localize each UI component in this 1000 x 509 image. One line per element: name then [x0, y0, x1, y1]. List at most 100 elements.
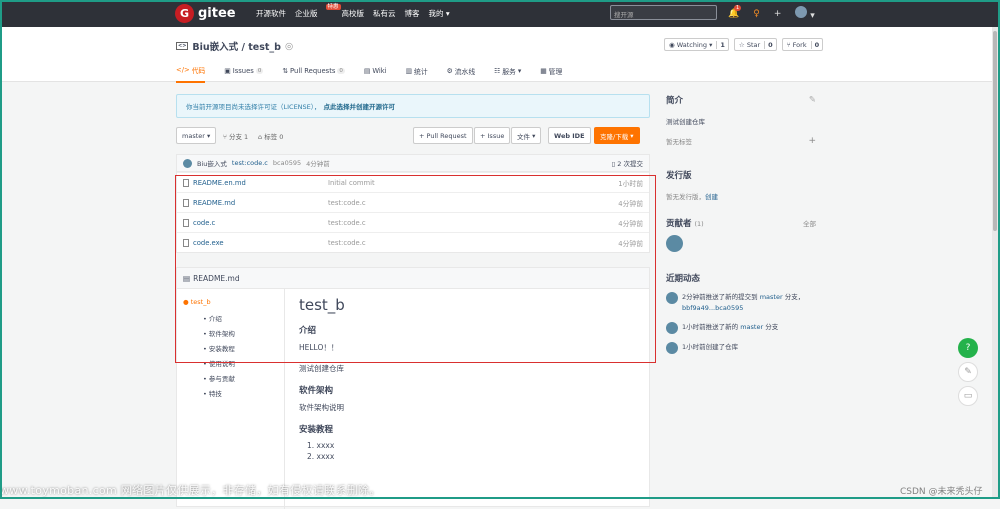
manage-icon: ▦ [540, 67, 547, 75]
top-navbar: Ggitee 开源软件 企业版特惠 高校版 私有云 博客 我的 ▾ 搜开源 🔔 1… [0, 0, 1000, 27]
commit-author[interactable]: Biu嵌入式 [197, 158, 227, 168]
code-icon: </> [176, 66, 190, 74]
list-item: 1. xxxx [307, 441, 335, 450]
repo-header: <> Biu嵌入式 / test_b ◎ ◉ Watching ▾ 1 ☆ Star 0… [0, 27, 1000, 83]
lightbulb-icon[interactable]: ♀ [753, 9, 760, 19]
gitee-logo[interactable]: Ggitee [175, 4, 236, 23]
list-item: 1小时前创建了仓库 [666, 342, 816, 354]
readme-toc: ● test_b • 介绍 • 软件架构 • 安装教程 • 使用说明 • 参与贡… [183, 298, 235, 403]
search-input[interactable]: 搜开源 [610, 5, 717, 20]
readme-header: ▤ README.md [177, 268, 649, 289]
file-icon [183, 218, 189, 227]
activity-heading: 近期动态 [666, 274, 701, 284]
nav-enterprise[interactable]: 企业版特惠 [295, 4, 341, 19]
tab-pull-requests[interactable]: ⇅ Pull Requests 0 [282, 65, 345, 83]
star-button[interactable]: ☆ Star 0 [733, 38, 777, 51]
intro-text: 测试创建仓库 [666, 118, 705, 126]
table-row[interactable]: code.c test:code.c 4分钟前 [177, 212, 649, 232]
tab-stats[interactable]: ▥ 统计 [406, 65, 428, 83]
issues-icon: ▣ [224, 67, 231, 75]
contributors-heading: 贡献者 (1) 全部 [666, 218, 816, 229]
readme-heading: 介绍 [299, 326, 317, 336]
chat-icon[interactable]: ▭ [958, 386, 978, 406]
main-nav: 开源软件 企业版特惠 高校版 私有云 博客 我的 ▾ [256, 0, 450, 27]
fork-button[interactable]: ⑂ Fork 0 [781, 38, 824, 51]
pipeline-icon: ⚙ [446, 67, 453, 75]
pr-icon: ⇅ [282, 67, 289, 75]
tab-manage[interactable]: ▦ 管理 [540, 65, 562, 83]
repo-title: <> Biu嵌入式 / test_b ◎ [176, 39, 293, 53]
tab-pipeline[interactable]: ⚙ 流水线 [447, 65, 475, 83]
divider [284, 289, 285, 509]
activity-avatar[interactable] [666, 292, 678, 304]
commit-message[interactable]: test:code.c [232, 159, 268, 167]
toc-item[interactable]: • 特技 [183, 388, 235, 403]
commit-hash[interactable]: bca0595 [273, 159, 301, 167]
plus-icon[interactable]: + [774, 9, 782, 19]
commit-author-avatar[interactable] [183, 158, 192, 168]
release-heading: 发行版 [666, 171, 692, 181]
nav-mine[interactable]: 我的 ▾ [429, 8, 450, 19]
readme-icon: ▤ [183, 273, 191, 283]
notify-count: 1 [734, 4, 742, 11]
bell-icon[interactable]: 🔔 1 [728, 4, 742, 19]
nav-opensource[interactable]: 开源软件 [256, 8, 286, 19]
intro-heading: 简介 ✎ [666, 95, 816, 106]
activity-avatar[interactable] [666, 322, 678, 334]
tab-issues[interactable]: ▣ Issues 0 [224, 65, 264, 83]
commit-count[interactable]: ▯ 2 次提交 [612, 158, 643, 168]
stats-icon: ▥ [405, 67, 413, 75]
list-item: 1小时前推送了新的 master 分支 [666, 322, 816, 334]
contributor-avatar[interactable] [666, 235, 816, 254]
nav-private[interactable]: 私有云 [373, 8, 396, 19]
toc-item[interactable]: • 参与贡献 [183, 373, 235, 388]
toc-item[interactable]: • 软件架构 [183, 328, 235, 343]
toc-item[interactable]: • 安装教程 [183, 343, 235, 358]
tab-code[interactable]: </> 代码 [176, 65, 206, 83]
file-menu-button[interactable]: 文件 ▾ [511, 127, 542, 144]
watch-button[interactable]: ◉ Watching ▾ 1 [664, 38, 729, 51]
tab-services[interactable]: ☷ 服务 ▾ [494, 65, 521, 83]
toc-item[interactable]: • 介绍 [183, 313, 235, 328]
readme-text: HELLO！！ [299, 343, 339, 352]
license-link[interactable]: 点此选择并创建开源许可 [324, 101, 396, 111]
branches-count[interactable]: ⑂ 分支 1 [223, 131, 248, 141]
wechat-icon[interactable]: ◎ [285, 41, 293, 52]
clone-download-button[interactable]: 克隆/下载 ▾ [594, 127, 640, 144]
table-row[interactable]: README.md test:code.c 4分钟前 [177, 192, 649, 212]
edit-icon[interactable]: ✎ [809, 95, 816, 105]
branch-select[interactable]: master ▾ [176, 127, 217, 144]
all-contributors-link[interactable]: 全部 [803, 218, 816, 228]
toc-item[interactable]: • 使用说明 [183, 358, 235, 373]
latest-commit-bar: Biu嵌入式 test:code.c bca0595 4分钟前 ▯ 2 次提交 [176, 154, 650, 172]
no-tags: 暂无标签 [666, 138, 692, 146]
pull-request-button[interactable]: + Pull Request [413, 127, 473, 144]
nav-blog[interactable]: 博客 [405, 8, 420, 19]
toc-item[interactable]: ● test_b [183, 298, 235, 313]
readme-text: 测试创建仓库 [299, 364, 344, 373]
tab-wiki[interactable]: ▤ Wiki [364, 65, 387, 83]
promo-badge: 特惠 [325, 4, 341, 10]
create-release-link[interactable]: 创建 [705, 193, 718, 201]
list-item: 2分钟前推送了新的提交到 master 分支，bbf9a49...bca0595 [666, 292, 816, 314]
readme-heading: 安装教程 [299, 425, 334, 435]
readme-content: test_b 介绍 HELLO！！ 测试创建仓库 软件架构 软件架构说明 安装教… [299, 296, 345, 463]
table-row[interactable]: code.exe test:code.c 4分钟前 [177, 232, 649, 252]
table-row[interactable]: README.en.md Initial commit 1小时前 [177, 172, 649, 192]
tags-count[interactable]: ⌂ 标签 0 [258, 131, 283, 141]
user-avatar[interactable]: ▾ [795, 6, 815, 21]
help-icon[interactable]: ? [958, 338, 978, 358]
watermark: www.toymoban.com 网络图片仅供展示，非存储，如有侵权请联系删除。 [0, 484, 381, 497]
scrollbar[interactable] [992, 27, 998, 497]
file-icon [183, 238, 189, 247]
repo-sidebar: 简介 ✎ 测试创建仓库 暂无标签 + 发行版 暂无发行版，创建 贡献者 (1) 全部 … [666, 94, 816, 354]
nav-edu[interactable]: 高校版 [342, 8, 365, 19]
issue-button[interactable]: + Issue [474, 127, 511, 144]
web-ide-button[interactable]: Web IDE [548, 127, 591, 144]
add-tag-icon[interactable]: + [808, 136, 816, 146]
feedback-edit-icon[interactable]: ✎ [958, 362, 978, 382]
repo-name[interactable]: Biu嵌入式 / test_b [192, 39, 281, 53]
readme-text: 软件架构说明 [299, 403, 344, 412]
file-icon [183, 178, 189, 187]
activity-avatar[interactable] [666, 342, 678, 354]
